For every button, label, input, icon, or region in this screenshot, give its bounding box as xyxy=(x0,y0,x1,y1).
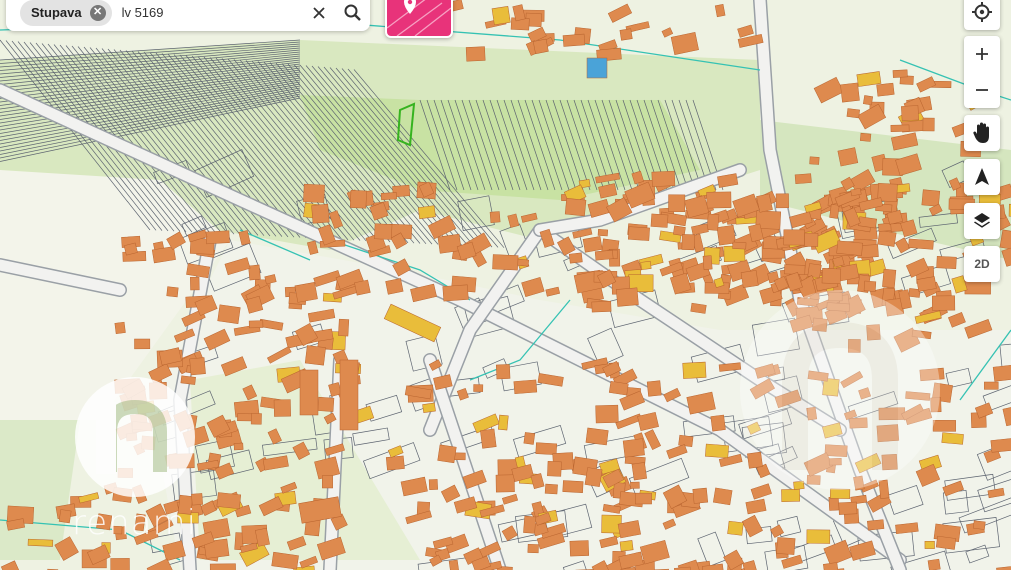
clear-search-button[interactable] xyxy=(302,0,336,30)
hand-icon xyxy=(973,122,989,143)
pan-mode-button[interactable] xyxy=(964,115,1000,151)
north-arrow-icon xyxy=(975,168,989,185)
zoom-out-button[interactable] xyxy=(964,72,1000,108)
renami-logo-watermark xyxy=(75,377,195,497)
compass-button[interactable] xyxy=(964,159,1000,195)
search-icon xyxy=(344,4,361,21)
layers-icon xyxy=(974,213,990,228)
view-mode-label: 2D xyxy=(974,257,990,271)
close-icon xyxy=(313,6,325,19)
crosshair-icon xyxy=(972,2,992,22)
search-button[interactable] xyxy=(336,0,370,30)
layers-button[interactable] xyxy=(964,203,1000,239)
minus-icon xyxy=(976,89,988,91)
locate-button[interactable] xyxy=(964,0,1000,30)
poi-layer-button[interactable] xyxy=(385,0,453,38)
location-chip-label: Stupava xyxy=(31,5,82,20)
location-chip[interactable]: Stupava ✕ xyxy=(20,0,112,26)
background-logo-watermark xyxy=(740,290,940,490)
brand-watermark-text: renami xyxy=(72,503,198,543)
map-marker-icon xyxy=(404,0,416,14)
search-bar: Stupava ✕ lv 5169 xyxy=(6,0,370,31)
zoom-controls xyxy=(964,36,1000,108)
search-input[interactable]: lv 5169 xyxy=(122,5,302,20)
plus-icon xyxy=(976,48,988,60)
zoom-in-button[interactable] xyxy=(964,36,1000,72)
view-mode-toggle[interactable]: 2D xyxy=(964,246,1000,282)
close-icon[interactable]: ✕ xyxy=(89,4,106,21)
